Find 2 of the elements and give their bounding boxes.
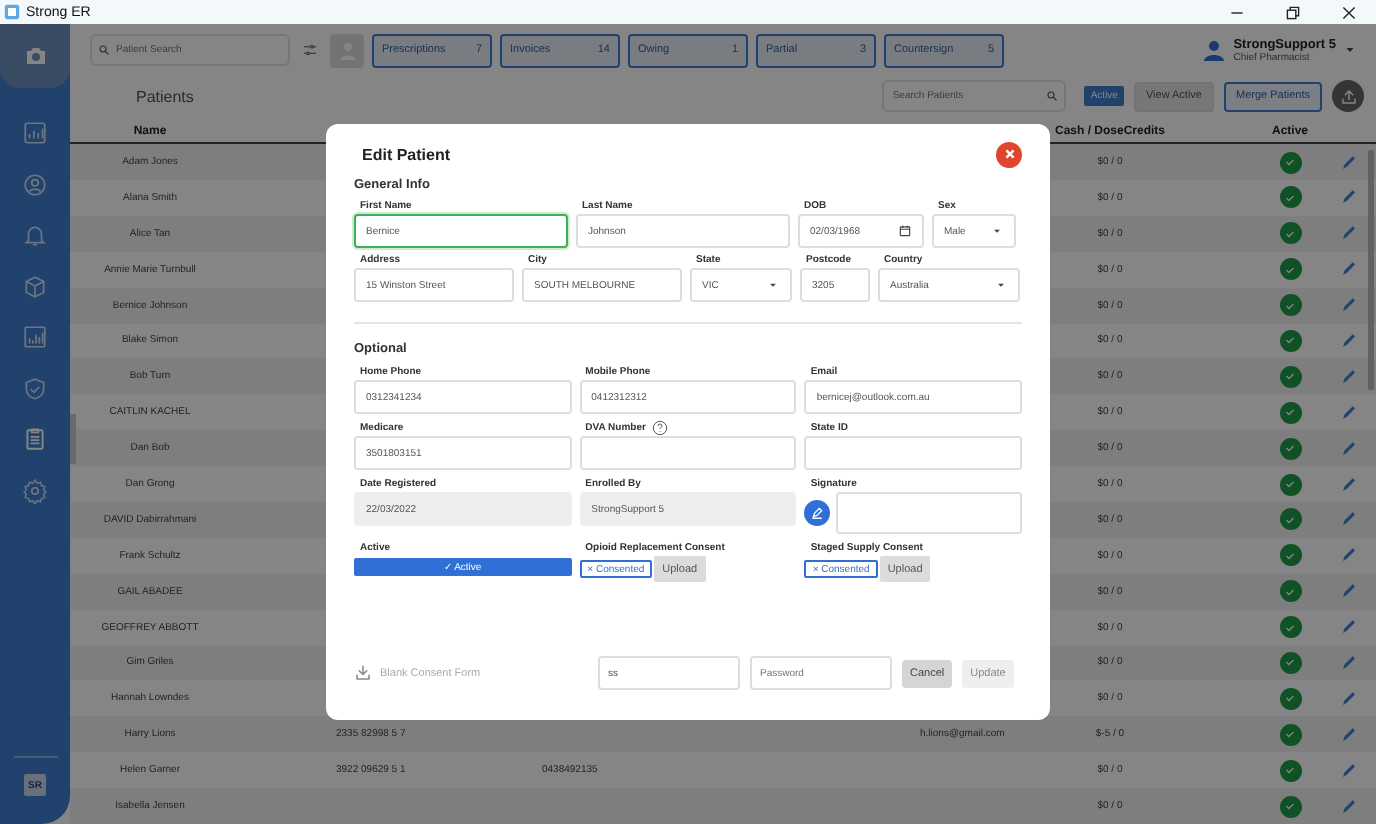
dialog-title: Edit Patient: [362, 145, 451, 163]
page-title: Patients: [136, 87, 196, 106]
